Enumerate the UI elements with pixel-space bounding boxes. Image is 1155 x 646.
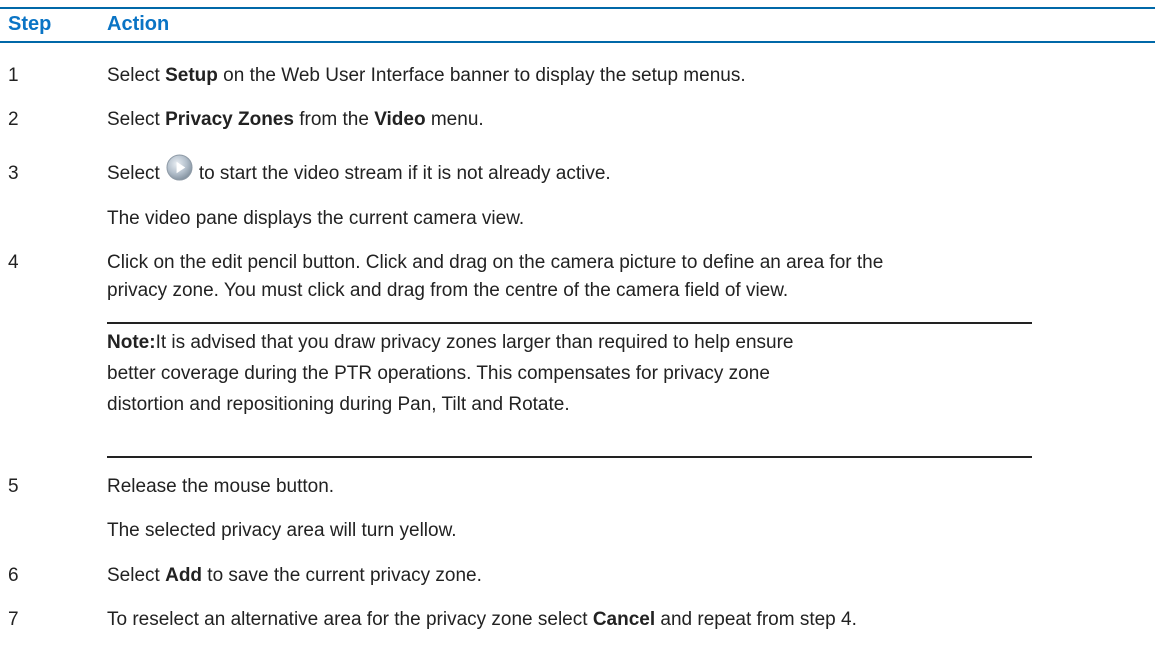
header-top-rule [0,7,1155,9]
text-segment: To reselect an alternative area for the … [107,609,593,630]
bold-term: Setup [165,65,218,86]
text-segment: Select [107,565,166,586]
step-text: To reselect an alternative area for the … [107,609,857,631]
text-segment: and repeat from step 4. [655,609,857,630]
step-text: The selected privacy area will turn yell… [107,520,457,541]
step-text: The video pane displays the current came… [107,208,525,229]
step-text: privacy zone. You must click and drag fr… [107,280,789,301]
step-text: Select Add to save the current privacy z… [107,565,482,587]
header-bottom-rule [0,41,1155,43]
step-number: 2 [8,109,19,130]
bold-term: Privacy Zones [165,109,294,130]
note-label: Note: [107,332,156,353]
play-button-icon [166,154,193,182]
note-text: distortion and repositioning during Pan,… [107,394,570,415]
step-number: 1 [8,65,19,86]
bold-term: Add [165,565,203,586]
step-number: 3 [8,163,19,184]
text-segment: Select [107,109,166,130]
step-number: 6 [8,565,19,586]
text-segment: to save the current privacy zone. [202,565,482,586]
step-text: Select Privacy Zones from the Video menu… [107,109,484,131]
step-text: Release the mouse button. [107,476,335,497]
header-action: Action [107,13,170,35]
text-segment: from the [293,109,375,130]
text-segment: on the Web User Interface banner to disp… [217,65,746,86]
step-number: 7 [8,609,19,630]
header-step: Step [8,13,52,35]
bold-term: Cancel [592,609,656,630]
text-segment: It is advised that you draw privacy zone… [155,332,794,353]
table-header: Step Action [0,13,1155,39]
note-text: better coverage during the PTR operation… [107,363,770,384]
bold-term: Video [374,109,426,130]
note-text: Note:It is advised that you draw privacy… [107,332,793,354]
step-text: Select Setup on the Web User Interface b… [107,65,746,87]
text-segment: menu. [425,109,484,130]
step-text: Click on the edit pencil button. Click a… [107,252,884,273]
text-segment: Select [107,163,160,184]
text-segment: Select [107,65,166,86]
step-text: Select to start the video stream if it i… [107,154,611,185]
step-number: 5 [8,476,19,497]
step-number: 4 [8,252,19,273]
text-segment: to start the video stream if it is not a… [198,163,611,184]
